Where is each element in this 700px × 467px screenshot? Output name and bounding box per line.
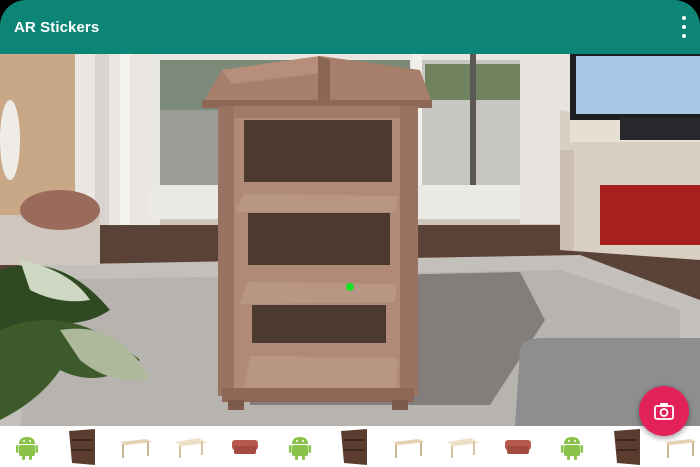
bookshelf-icon (68, 428, 95, 465)
sofa-icon (232, 439, 259, 454)
ar-camera-view[interactable] (0, 54, 700, 426)
more-vert-icon[interactable] (678, 16, 690, 38)
bookshelf-icon (613, 428, 640, 465)
sofa-icon (504, 439, 531, 454)
sticker-table[interactable] (164, 426, 219, 467)
desk-icon (665, 438, 698, 458)
sticker-desk[interactable] (382, 426, 437, 467)
desk-icon (392, 438, 425, 458)
sticker-desk[interactable] (109, 426, 164, 467)
android-icon (16, 436, 39, 460)
sticker-table[interactable] (436, 426, 491, 467)
capture-photo-button[interactable] (639, 386, 689, 436)
sticker-bookshelf[interactable] (55, 426, 110, 467)
sticker-sofa[interactable] (491, 426, 546, 467)
bookshelf-icon (341, 428, 368, 465)
sticker-android[interactable] (0, 426, 55, 467)
sticker-android[interactable] (273, 426, 328, 467)
android-icon (288, 436, 311, 460)
tracking-point (346, 283, 354, 291)
app-bar: AR Stickers (0, 0, 700, 54)
sticker-tray (0, 426, 700, 467)
sticker-bookshelf[interactable] (600, 426, 655, 467)
android-icon (561, 436, 584, 460)
sticker-sofa[interactable] (218, 426, 273, 467)
sticker-bookshelf[interactable] (327, 426, 382, 467)
camera-icon (654, 403, 674, 420)
desk-icon (120, 438, 153, 458)
ar-bookshelf-model (202, 56, 432, 410)
app-title: AR Stickers (14, 18, 100, 36)
table-icon (174, 437, 207, 458)
camera-scene (0, 54, 700, 426)
sticker-android[interactable] (545, 426, 600, 467)
table-icon (447, 437, 480, 458)
